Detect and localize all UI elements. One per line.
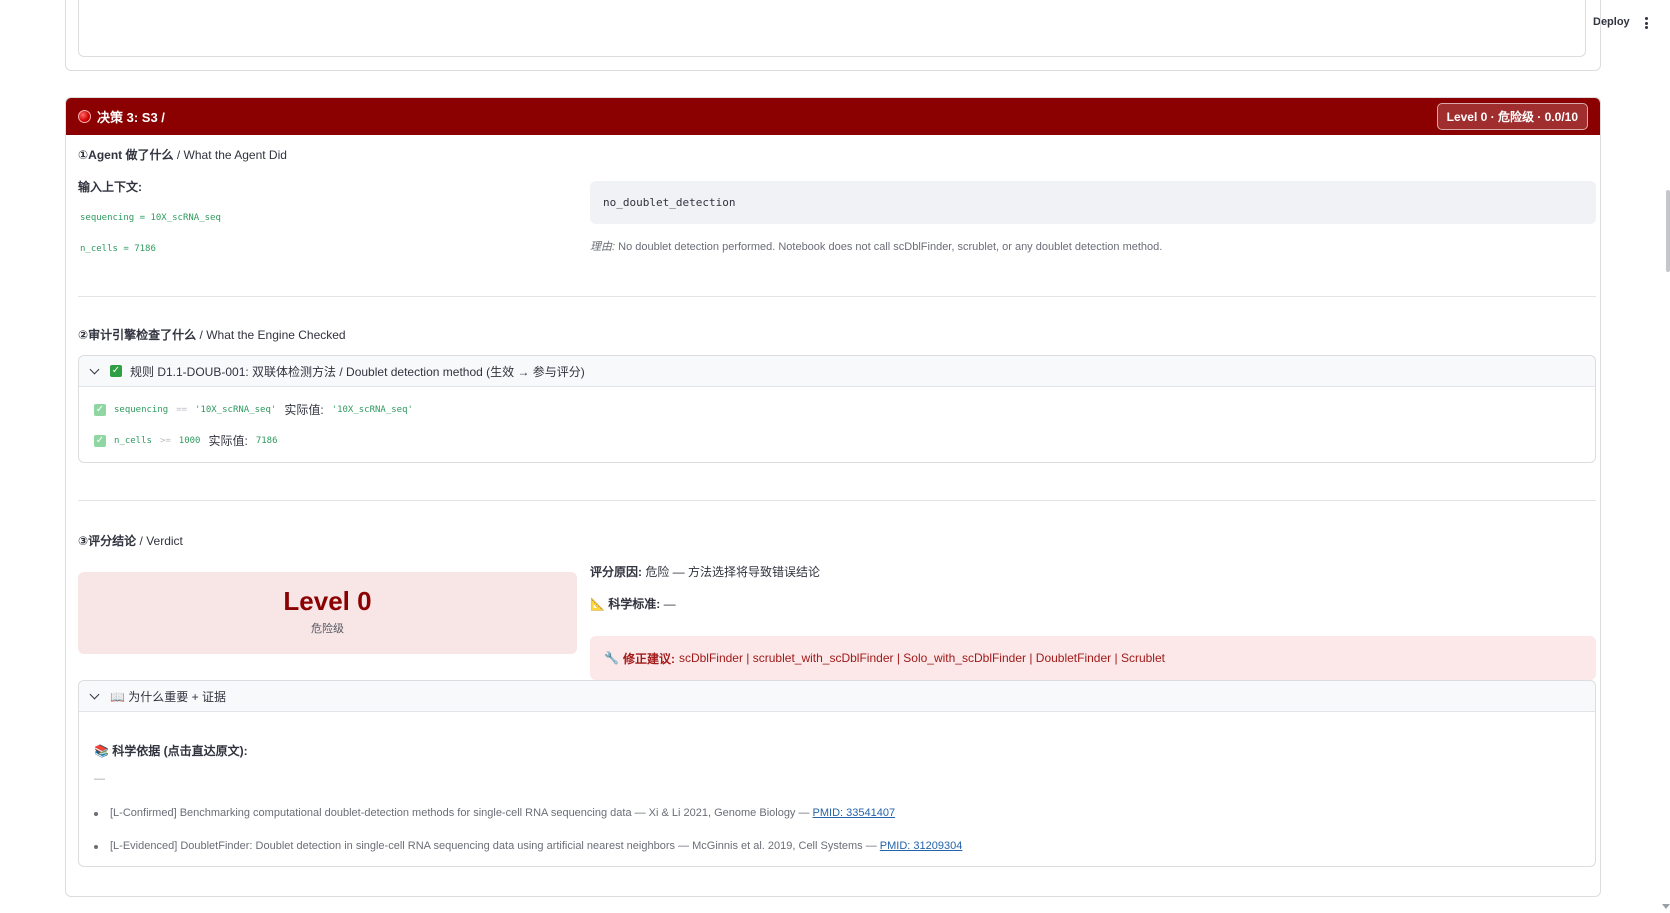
previous-decision-inner xyxy=(78,0,1586,57)
rule-expander-header[interactable]: ✓ 规则 D1.1-DOUB-001: 双联体检测方法 / Doublet de… xyxy=(79,356,1595,387)
list-item: [L-Confirmed] Benchmarking computational… xyxy=(94,807,895,819)
check-icon: ✓ xyxy=(94,434,106,447)
books-icon: 📚 xyxy=(94,744,109,758)
level-card: Level 0 危险级 xyxy=(78,572,577,654)
input-context-label: 输入上下文: xyxy=(78,180,142,194)
level-badge: Level 0 · 危险级 · 0.0/10 xyxy=(1436,103,1588,130)
divider xyxy=(78,500,1596,501)
evidence-dash: — xyxy=(94,773,105,785)
evidence-expander: 📖 为什么重要 + 证据 📚 科学依据 (点击直达原文): — [L-Confi… xyxy=(78,680,1596,867)
input-sequencing: sequencing = 10X_scRNA_seq xyxy=(80,213,221,223)
rule-title: 规则 D1.1-DOUB-001: 双联体检测方法 / Doublet dete… xyxy=(130,364,585,379)
evidence-expander-header[interactable]: 📖 为什么重要 + 证据 xyxy=(79,681,1595,712)
decision-title: 决策 3: S3 / xyxy=(97,110,165,125)
condition-row: ✓ n_cells >= 1000 实际值: 7186 xyxy=(94,434,278,448)
list-item: [L-Evidenced] DoubletFinder: Doublet det… xyxy=(94,840,962,852)
main-menu-icon[interactable] xyxy=(1640,15,1652,31)
science-standard: 📐 科学标准: — xyxy=(590,597,676,611)
level-subtitle: 危险级 xyxy=(311,623,344,635)
section-engine-title: ②审计引擎检查了什么 / What the Engine Checked xyxy=(78,328,346,342)
divider xyxy=(78,296,1596,297)
evidence-title: 📖 为什么重要 + 证据 xyxy=(110,689,226,704)
fix-suggestion: 🔧 修正建议: scDblFinder | scrublet_with_scDb… xyxy=(590,636,1596,680)
chevron-down-icon xyxy=(89,364,100,374)
scroll-down-icon[interactable] xyxy=(1662,904,1670,909)
agent-action-code: no_doublet_detection xyxy=(590,181,1596,224)
condition-row: ✓ sequencing == '10X_scRNA_seq' 实际值: '10… xyxy=(94,403,413,417)
ruler-icon: 📐 xyxy=(590,597,605,611)
level-value: Level 0 xyxy=(283,586,372,616)
scientific-basis-label: 📚 科学依据 (点击直达原文): xyxy=(94,744,248,758)
verdict-reason: 评分原因: 危险 — 方法选择将导致错误结论 xyxy=(590,565,821,579)
section-verdict-title: ③评分结论 / Verdict xyxy=(78,534,183,548)
check-icon: ✓ xyxy=(94,403,106,416)
decision-header: 决策 3: S3 / Level 0 · 危险级 · 0.0/10 xyxy=(66,98,1600,135)
wrench-icon: 🔧 xyxy=(604,651,619,665)
pmid-link[interactable]: PMID: 31209304 xyxy=(880,840,963,852)
check-icon: ✓ xyxy=(110,365,122,377)
section-agent-title: ①Agent 做了什么 / What the Agent Did xyxy=(78,148,287,162)
scrollbar-thumb[interactable] xyxy=(1666,190,1670,272)
chevron-down-icon xyxy=(89,689,100,699)
rule-expander: ✓ 规则 D1.1-DOUB-001: 双联体检测方法 / Doublet de… xyxy=(78,355,1596,463)
agent-reason: 理由: No doublet detection performed. Note… xyxy=(590,241,1163,253)
input-n-cells: n_cells = 7186 xyxy=(80,244,156,254)
pmid-link[interactable]: PMID: 33541407 xyxy=(813,807,896,819)
red-circle-icon xyxy=(78,110,91,123)
